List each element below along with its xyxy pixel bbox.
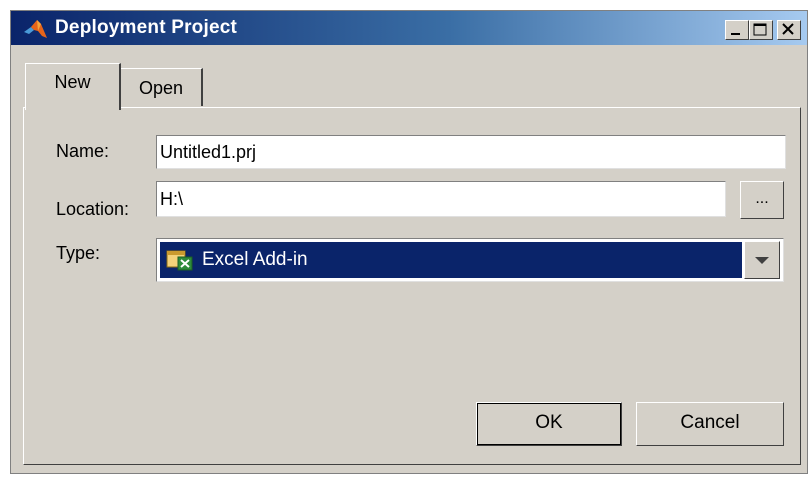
- cancel-button[interactable]: Cancel: [636, 402, 784, 446]
- location-input[interactable]: [156, 181, 726, 217]
- browse-button[interactable]: ...: [740, 181, 784, 219]
- location-label: Location:: [56, 199, 130, 219]
- type-value-text: Excel Add-in: [202, 249, 308, 270]
- excel-add-in-icon: [166, 248, 194, 272]
- panel-content: Name: Location: ... Type: Excel Add-in O…: [10, 10, 808, 474]
- type-dropdown-button[interactable]: [744, 241, 780, 279]
- type-dropdown[interactable]: Excel Add-in: [156, 238, 784, 282]
- name-input[interactable]: [156, 135, 786, 169]
- type-label: Type:: [56, 243, 101, 263]
- chevron-down-icon: [755, 257, 769, 264]
- type-selected-value[interactable]: Excel Add-in: [160, 242, 742, 278]
- name-label: Name:: [56, 141, 110, 161]
- ok-button[interactable]: OK: [476, 402, 622, 446]
